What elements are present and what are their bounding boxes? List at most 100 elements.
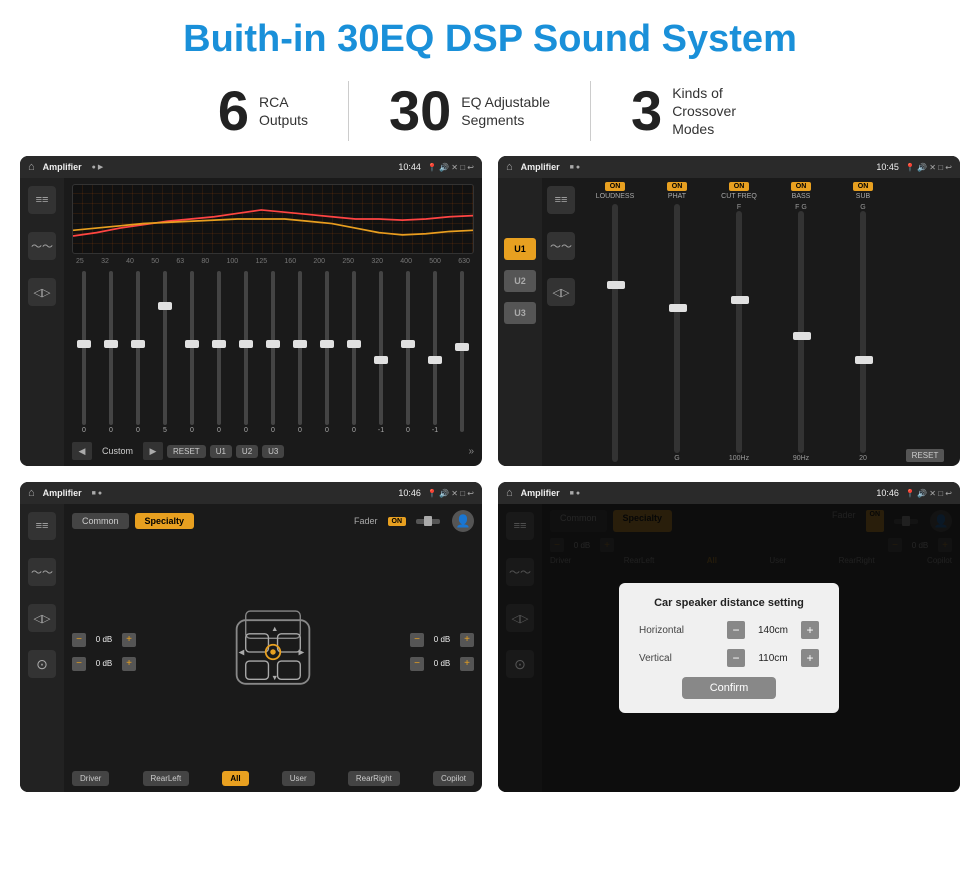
confirm-button[interactable]: Confirm [682,677,777,699]
vertical-minus-btn[interactable]: − [727,649,745,667]
front-left-minus[interactable]: − [72,633,86,647]
u-selector: U1 U2 U3 [498,178,542,466]
u3-btn[interactable]: U3 [262,445,284,458]
horizontal-value: 140cm [751,625,795,636]
cross-ctrl-1[interactable]: ≡≡ [547,186,575,214]
stat-crossover: 3 Kinds ofCrossover Modes [591,83,802,139]
vertical-plus-btn[interactable]: + [801,649,819,667]
eq-main: 2532 4050 6380 100125 160200 250320 4005… [64,178,482,466]
ch-loudness: ON LOUDNESS [586,182,644,462]
horizontal-minus-btn[interactable]: − [727,621,745,639]
cutfreq-label: CUT FREQ [721,193,757,200]
user-icon[interactable]: 👤 [452,510,474,532]
rear-left-minus[interactable]: − [72,657,86,671]
all-zone-btn[interactable]: All [222,771,248,786]
front-right-minus[interactable]: − [410,633,424,647]
eq-slider-5: 0 [207,271,231,434]
stats-section: 6 RCAOutputs 30 EQ AdjustableSegments 3 … [0,71,980,156]
home-icon-4[interactable]: ⌂ [506,487,513,499]
status-bar-3: ⌂ Amplifier ■ ● 10:46 📍 🔊 ✕ □ ↩ [20,482,482,504]
front-right-value: 0 dB [427,635,457,644]
specialty-tab[interactable]: Specialty [135,513,195,529]
more-icon: » [468,446,474,457]
fader-ctrl-4[interactable]: ⊙ [28,650,56,678]
distance-dialog: Car speaker distance setting Horizontal … [619,583,839,713]
phat-label: PHAT [668,193,686,200]
phat-toggle[interactable]: ON [667,182,688,191]
screen1-time: 10:44 [398,162,421,172]
driver-zone-btn[interactable]: Driver [72,771,109,786]
svg-text:▶: ▶ [298,647,304,656]
u2-select-btn[interactable]: U2 [504,270,536,292]
eq-ctrl-3[interactable]: ◁▷ [28,278,56,306]
home-icon-2[interactable]: ⌂ [506,161,513,173]
fader-ctrl-3[interactable]: ◁▷ [28,604,56,632]
fader-ctrl-1[interactable]: ≡≡ [28,512,56,540]
u1-btn[interactable]: U1 [210,445,232,458]
crossover-reset-btn[interactable]: RESET [906,449,945,462]
loudness-toggle[interactable]: ON [605,182,626,191]
copilot-zone-btn[interactable]: Copilot [433,771,474,786]
front-left-db: − 0 dB + [72,633,136,647]
cross-ctrl-2[interactable]: 〜〜 [547,232,575,260]
horizontal-label: Horizontal [639,625,684,636]
bass-toggle[interactable]: ON [791,182,812,191]
rear-left-plus[interactable]: + [122,657,136,671]
s3-left-controls: ≡≡ 〜〜 ◁▷ ⊙ [20,504,64,792]
vertical-row: Vertical − 110cm + [639,649,819,667]
dialog-overlay: Car speaker distance setting Horizontal … [498,504,960,792]
fader-toggle[interactable]: ON [388,517,407,526]
home-icon-3[interactable]: ⌂ [28,487,35,499]
ch-phat: ON PHAT G [648,182,706,462]
screen-eq: ⌂ Amplifier ● ▶ 10:44 📍 🔊 ✕ □ ↩ ≡≡ 〜〜 ◁▷ [20,156,482,466]
cross-ctrl-3[interactable]: ◁▷ [547,278,575,306]
screen2-time: 10:45 [876,162,899,172]
bass-label: BASS [792,193,811,200]
user-zone-btn[interactable]: User [282,771,315,786]
channel-controls: ON LOUDNESS ON PHAT [580,178,960,466]
dots-1: ● ▶ [92,163,104,171]
eq-slider-9: 0 [315,271,339,434]
screen-fader: ⌂ Amplifier ■ ● 10:46 📍 🔊 ✕ □ ↩ ≡≡ 〜〜 ◁▷… [20,482,482,792]
screen3-content: ≡≡ 〜〜 ◁▷ ⊙ Common Specialty Fader ON [20,504,482,792]
rear-left-zone-btn[interactable]: RearLeft [143,771,190,786]
u3-select-btn[interactable]: U3 [504,302,536,324]
status-bar-2: ⌂ Amplifier ■ ● 10:45 📍 🔊 ✕ □ ↩ [498,156,960,178]
rear-right-minus[interactable]: − [410,657,424,671]
s3-bottom-zones: Driver RearLeft All User RearRight Copil… [72,771,474,786]
stat-number-rca: 6 [218,83,249,139]
svg-text:▼: ▼ [271,673,278,682]
status-bar-1: ⌂ Amplifier ● ▶ 10:44 📍 🔊 ✕ □ ↩ [20,156,482,178]
sub-toggle[interactable]: ON [853,182,874,191]
status-bar-4: ⌂ Amplifier ■ ● 10:46 📍 🔊 ✕ □ ↩ [498,482,960,504]
front-right-plus[interactable]: + [460,633,474,647]
fader-ctrl-2[interactable]: 〜〜 [28,558,56,586]
common-tab[interactable]: Common [72,513,129,529]
sub-label: SUB [856,193,870,200]
prev-preset-btn[interactable]: ◀ [72,442,92,460]
ch-sub: ON SUB G 20 [834,182,892,462]
u1-select-btn[interactable]: U1 [504,238,536,260]
horizontal-plus-btn[interactable]: + [801,621,819,639]
home-icon-1[interactable]: ⌂ [28,161,35,173]
status-icons-1: 📍 🔊 ✕ □ ↩ [427,163,474,172]
next-preset-btn[interactable]: ▶ [143,442,163,460]
cutfreq-toggle[interactable]: ON [729,182,750,191]
status-icons-3: 📍 🔊 ✕ □ ↩ [427,489,474,498]
rear-right-plus[interactable]: + [460,657,474,671]
stat-eq: 30 EQ AdjustableSegments [349,83,590,139]
front-left-value: 0 dB [89,635,119,644]
left-speaker-controls: − 0 dB + − 0 dB + [72,633,136,671]
eq-slider-7: 0 [261,271,285,434]
rear-right-db: − 0 dB + [410,657,474,671]
stat-label-eq: EQ AdjustableSegments [461,93,550,129]
reset-btn-eq[interactable]: RESET [167,445,206,458]
eq-ctrl-1[interactable]: ≡≡ [28,186,56,214]
u2-btn[interactable]: U2 [236,445,258,458]
rear-right-zone-btn[interactable]: RearRight [348,771,400,786]
stat-label-crossover: Kinds ofCrossover Modes [672,84,762,139]
eq-freq-labels: 2532 4050 6380 100125 160200 250320 4005… [72,258,474,265]
car-diagram: ▲ ▼ ◀ ▶ [142,602,404,702]
front-left-plus[interactable]: + [122,633,136,647]
eq-ctrl-2[interactable]: 〜〜 [28,232,56,260]
